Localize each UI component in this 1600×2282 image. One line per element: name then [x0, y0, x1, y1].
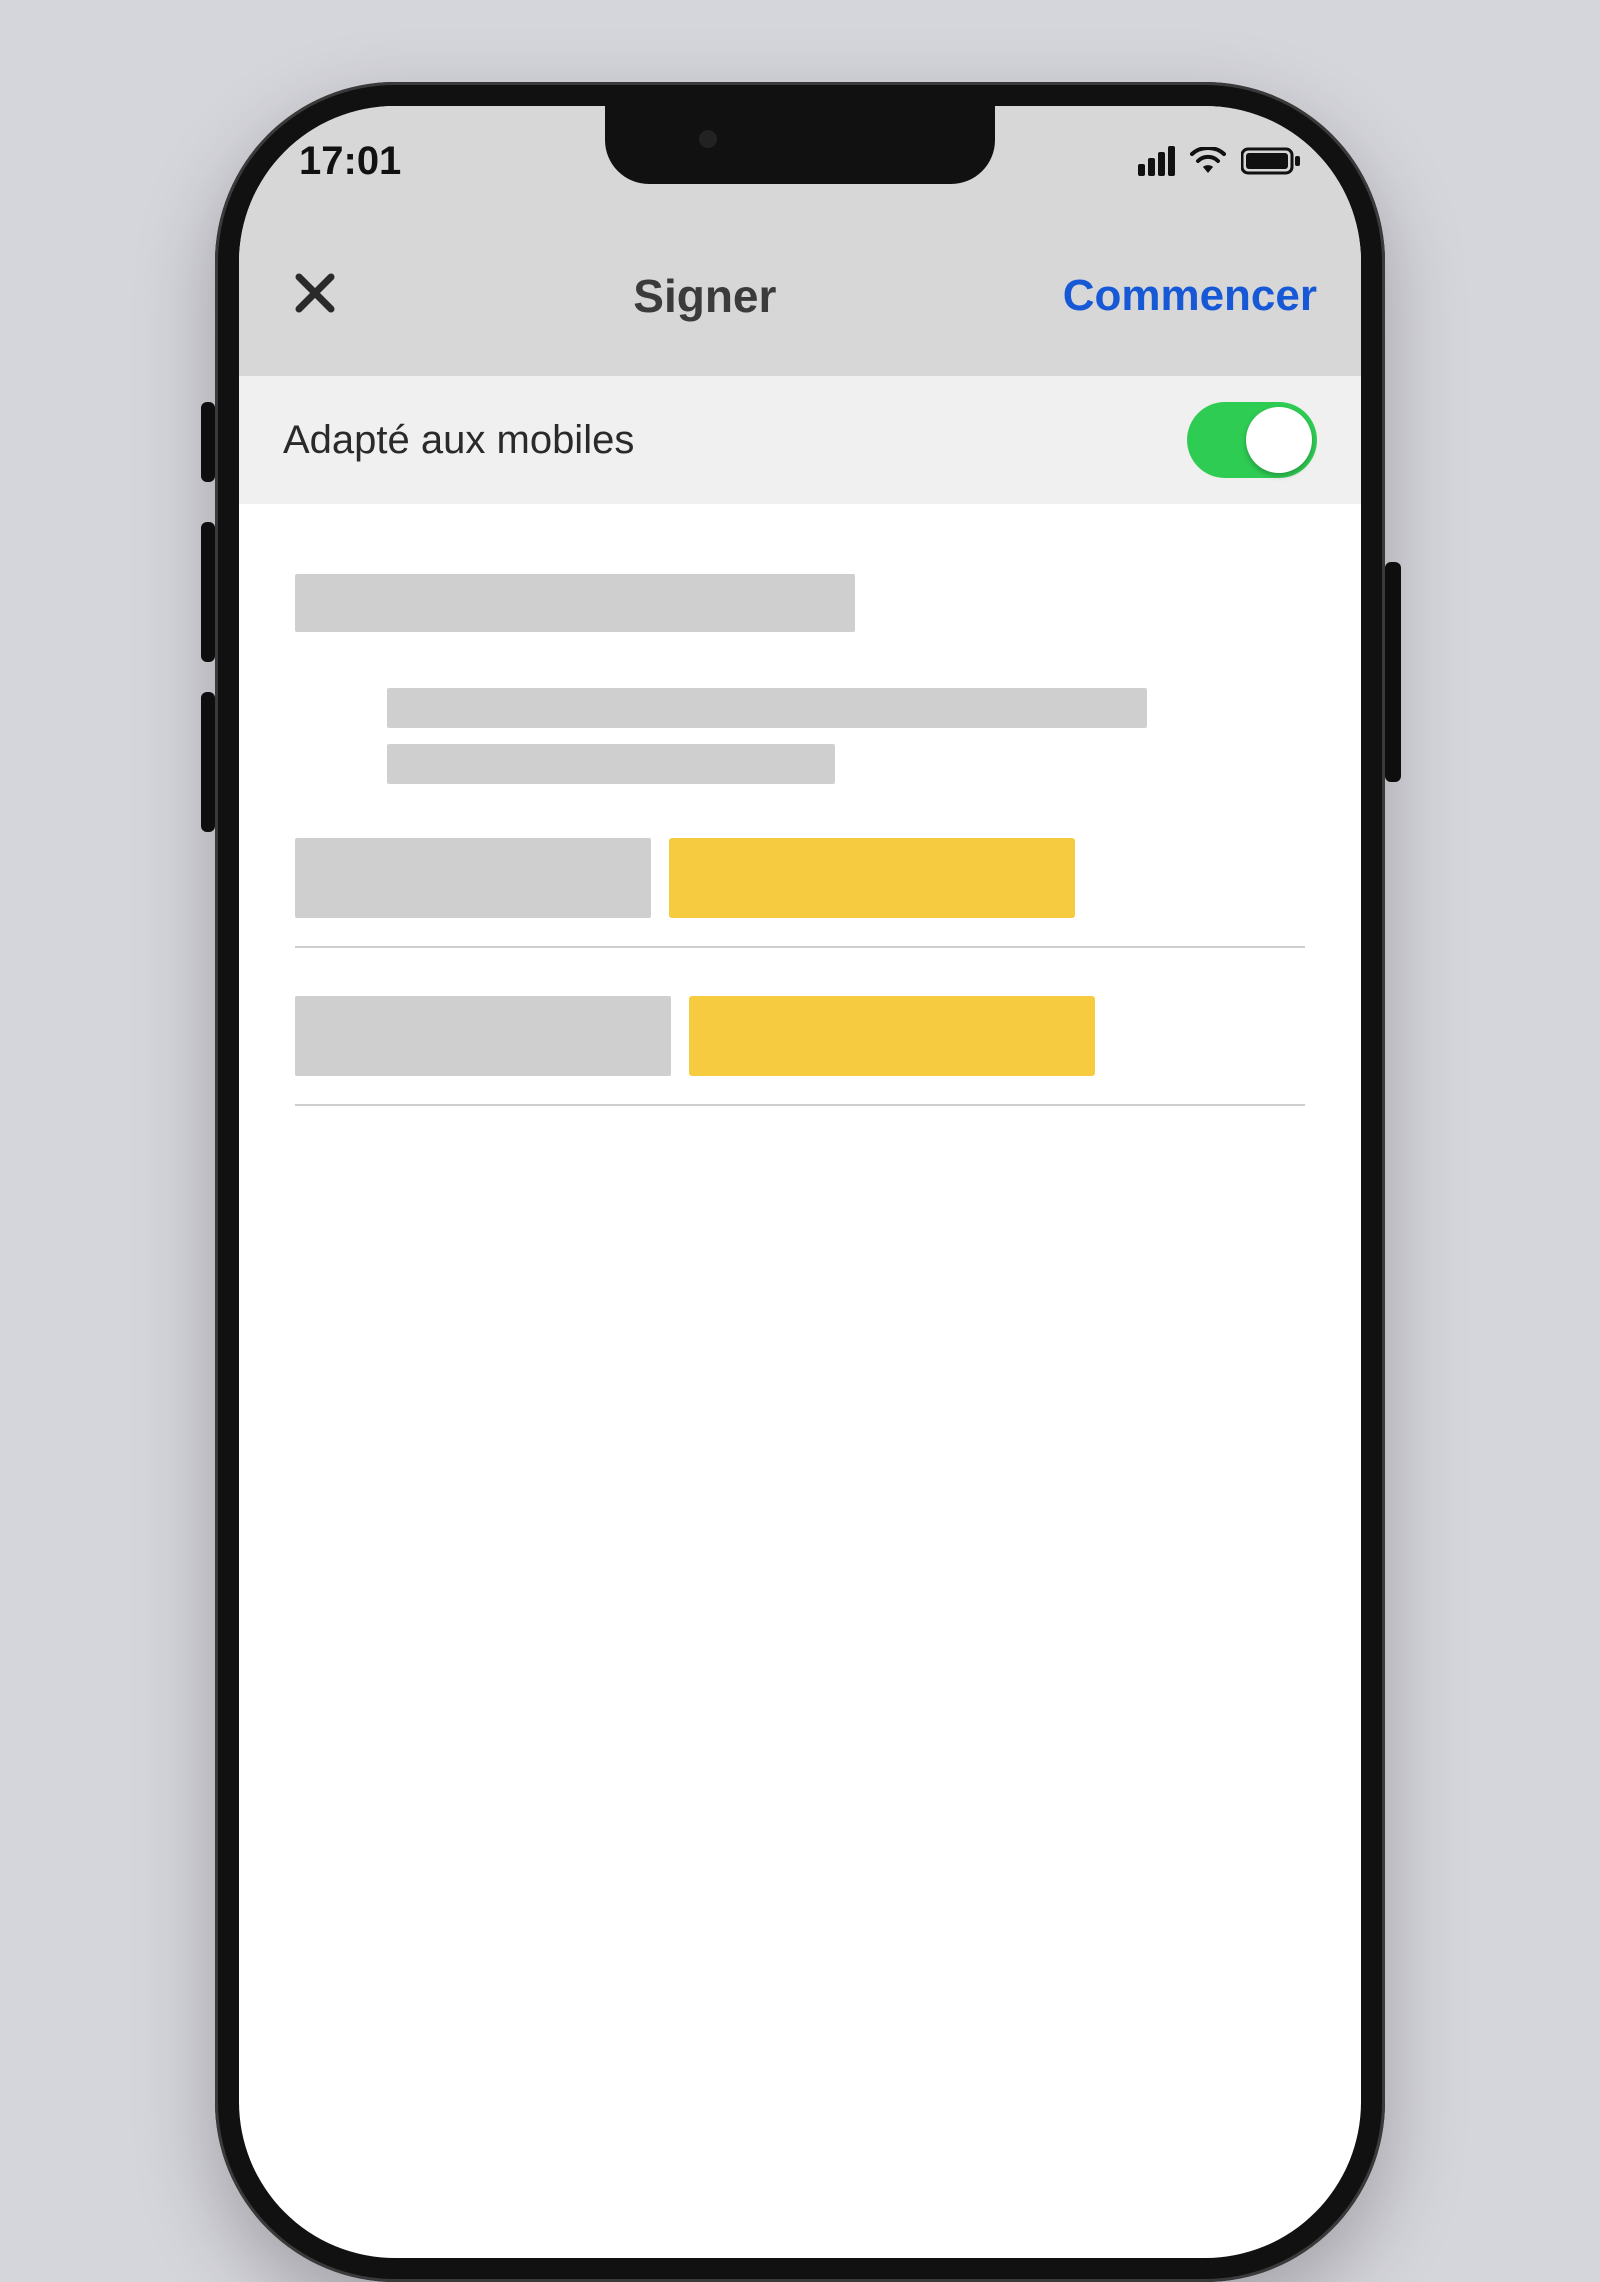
skeleton-line [387, 688, 1147, 728]
phone-power-button [1385, 562, 1401, 782]
phone-notch [605, 106, 995, 184]
divider [295, 946, 1305, 948]
phone-screen: 17:01 [239, 106, 1361, 2258]
signature-field[interactable] [669, 838, 1075, 918]
form-field-row [295, 996, 1305, 1076]
battery-icon [1241, 147, 1301, 175]
skeleton-label [295, 838, 651, 918]
start-button[interactable]: Commencer [1063, 271, 1317, 321]
status-time: 17:01 [299, 139, 401, 184]
page-title: Signer [633, 269, 776, 323]
skeleton-label [295, 996, 671, 1076]
skeleton-line [387, 744, 835, 784]
cellular-signal-icon [1135, 146, 1175, 176]
close-icon[interactable] [283, 258, 347, 334]
mobile-friendly-row: Adapté aux mobiles [239, 376, 1361, 504]
phone-frame: 17:01 [215, 82, 1385, 2282]
document-preview[interactable] [239, 504, 1361, 1106]
signature-field[interactable] [689, 996, 1095, 1076]
phone-volume-down [201, 692, 215, 832]
form-field-row [295, 838, 1305, 918]
status-icons [1135, 146, 1301, 176]
wifi-icon [1189, 147, 1227, 175]
nav-bar: Signer Commencer [239, 216, 1361, 376]
toggle-knob [1246, 407, 1312, 473]
phone-mute-switch [201, 402, 215, 482]
mobile-friendly-toggle[interactable] [1187, 402, 1317, 478]
skeleton-line [295, 574, 855, 632]
phone-volume-up [201, 522, 215, 662]
mobile-friendly-label: Adapté aux mobiles [283, 418, 634, 463]
divider [295, 1104, 1305, 1106]
